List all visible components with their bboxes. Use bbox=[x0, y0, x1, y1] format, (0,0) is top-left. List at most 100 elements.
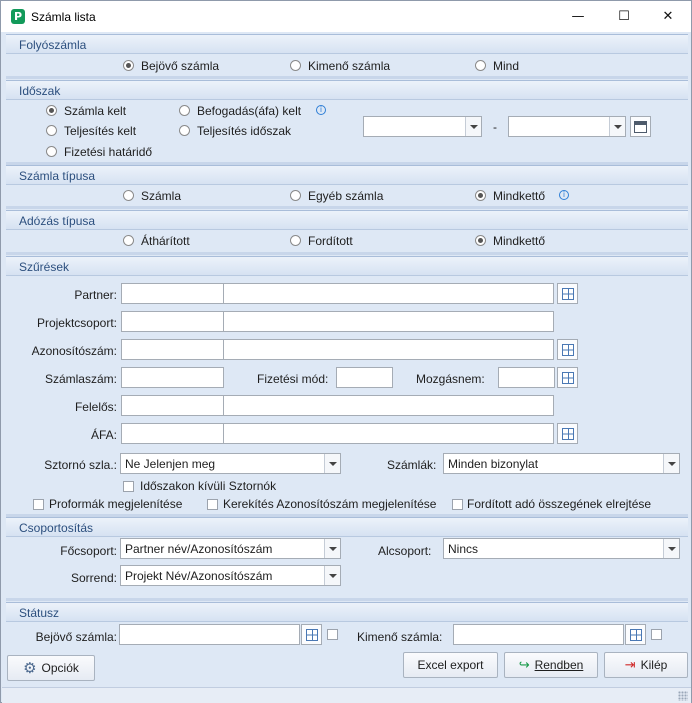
info-icon[interactable]: i bbox=[316, 105, 326, 115]
proformak-checkbox[interactable] bbox=[33, 499, 44, 510]
szamlaszam-input[interactable] bbox=[121, 367, 224, 388]
afa-name-input[interactable] bbox=[223, 423, 554, 444]
idoszak-fizetesi-hatarido-radio[interactable] bbox=[46, 146, 57, 157]
chevron-down-icon[interactable] bbox=[465, 117, 481, 136]
app-logo-letter: P bbox=[14, 10, 23, 23]
idoszak-fizetesi-hatarido-label: Fizetési határidő bbox=[64, 145, 153, 159]
kimeno-szamla-input[interactable] bbox=[453, 624, 624, 645]
sorrend-select[interactable]: Projekt Név/Azonosítószám bbox=[120, 565, 341, 586]
alcsoport-select[interactable]: Nincs bbox=[443, 538, 680, 559]
szuresek-header: Szűrések bbox=[6, 256, 688, 276]
lookup-icon bbox=[561, 343, 574, 356]
window-title: Számla lista bbox=[31, 10, 96, 24]
folyoszamla-bejovo-radio[interactable] bbox=[123, 60, 134, 71]
date-to-picker[interactable] bbox=[508, 116, 626, 137]
kilep-label: Kilép bbox=[640, 658, 668, 672]
szamla-tipusa-szamla-label: Számla bbox=[141, 189, 182, 203]
opciok-button[interactable]: ⚙ Opciók bbox=[7, 655, 95, 681]
idoszak-befogadas-radio[interactable] bbox=[179, 105, 190, 116]
projektcsoport-name-input[interactable] bbox=[223, 311, 554, 332]
chevron-down-icon[interactable] bbox=[324, 539, 340, 558]
kimeno-lookup-button[interactable] bbox=[625, 624, 646, 645]
afa-code-input[interactable] bbox=[121, 423, 224, 444]
afa-lookup-button[interactable] bbox=[557, 423, 578, 444]
projektcsoport-code-input[interactable] bbox=[121, 311, 224, 332]
idoszak-szamla-kelt-label: Számla kelt bbox=[64, 104, 127, 118]
projektcsoport-label: Projektcsoport: bbox=[36, 316, 117, 330]
folyoszamla-header: Folyószámla bbox=[6, 34, 688, 54]
lookup-icon bbox=[629, 628, 642, 641]
window: P Számla lista — ☐ ✕ Folyószámla Bejövő … bbox=[0, 0, 692, 703]
chevron-down-icon[interactable] bbox=[324, 454, 340, 473]
folyoszamla-mind-radio[interactable] bbox=[475, 60, 486, 71]
szamla-tipusa-mindketto-radio[interactable] bbox=[475, 190, 486, 201]
kerekites-checkbox[interactable] bbox=[207, 499, 218, 510]
partner-lookup-button[interactable] bbox=[557, 283, 578, 304]
szamla-tipusa-header: Számla típusa bbox=[6, 165, 688, 185]
date-separator: - bbox=[493, 120, 497, 134]
chevron-down-icon[interactable] bbox=[663, 454, 679, 473]
lookup-icon bbox=[561, 287, 574, 300]
calendar-button[interactable] bbox=[630, 116, 651, 137]
idoszakon-kivuli-checkbox[interactable] bbox=[123, 481, 134, 492]
dialog-client: Folyószámla Bejövő számla Kimenő számla … bbox=[2, 32, 691, 703]
proformak-label: Proformák megjelenítése bbox=[49, 497, 183, 511]
idoszak-teljesites-kelt-label: Teljesítés kelt bbox=[64, 124, 137, 138]
maximize-button[interactable]: ☐ bbox=[601, 1, 647, 32]
sztorno-value: Ne Jelenjen meg bbox=[125, 457, 216, 471]
felelos-code-input[interactable] bbox=[121, 395, 224, 416]
szamla-tipusa-szamla-radio[interactable] bbox=[123, 190, 134, 201]
idoszak-szamla-kelt-radio[interactable] bbox=[46, 105, 57, 116]
adozas-tipusa-mindketto-radio[interactable] bbox=[475, 235, 486, 246]
azonositoszam-label: Azonosítószám: bbox=[31, 344, 117, 358]
szamla-tipusa-egyeb-radio[interactable] bbox=[290, 190, 301, 201]
azonositoszam-code-input[interactable] bbox=[121, 339, 224, 360]
separator bbox=[6, 76, 688, 79]
sztorno-select[interactable]: Ne Jelenjen meg bbox=[120, 453, 341, 474]
close-button[interactable]: ✕ bbox=[645, 1, 691, 32]
idoszak-teljesites-idoszak-label: Teljesítés időszak bbox=[197, 124, 292, 138]
kerekites-label: Kerekítés Azonosítószám megjelenítése bbox=[223, 497, 437, 511]
opciok-label: Opciók bbox=[41, 661, 79, 675]
fizetesi-mod-input[interactable] bbox=[336, 367, 393, 388]
mozgasnem-input[interactable] bbox=[498, 367, 555, 388]
forditott-checkbox[interactable] bbox=[452, 499, 463, 510]
azonositoszam-name-input[interactable] bbox=[223, 339, 554, 360]
title-bar: P Számla lista — ☐ ✕ bbox=[1, 1, 691, 32]
kimeno-szamla-checkbox[interactable] bbox=[651, 629, 662, 640]
resize-grip-icon[interactable] bbox=[678, 691, 688, 701]
lookup-icon bbox=[561, 371, 574, 384]
excel-export-button[interactable]: Excel export bbox=[403, 652, 498, 678]
bejovo-lookup-button[interactable] bbox=[301, 624, 322, 645]
felelos-name-input[interactable] bbox=[223, 395, 554, 416]
calendar-icon bbox=[634, 120, 647, 133]
szamlak-select[interactable]: Minden bizonylat bbox=[443, 453, 680, 474]
partner-code-input[interactable] bbox=[121, 283, 224, 304]
sztorno-label: Sztornó szla.: bbox=[44, 458, 117, 472]
folyoszamla-bejovo-label: Bejövő számla bbox=[141, 59, 220, 73]
rendben-label: Rendben bbox=[534, 658, 584, 672]
csoportositas-header: Csoportosítás bbox=[6, 517, 688, 537]
adozas-tipusa-forditott-radio[interactable] bbox=[290, 235, 301, 246]
kilep-button[interactable]: ⇥ Kilép bbox=[604, 652, 688, 678]
folyoszamla-kimeno-radio[interactable] bbox=[290, 60, 301, 71]
info-icon[interactable]: i bbox=[559, 190, 569, 200]
chevron-down-icon[interactable] bbox=[663, 539, 679, 558]
exit-icon: ⇥ bbox=[624, 657, 636, 673]
szamlaszam-label: Számlaszám: bbox=[44, 372, 117, 386]
azonositoszam-lookup-button[interactable] bbox=[557, 339, 578, 360]
rendben-button[interactable]: ↪ Rendben bbox=[504, 652, 598, 678]
date-from-picker[interactable] bbox=[363, 116, 482, 137]
focsoport-select[interactable]: Partner név/Azonosítószám bbox=[120, 538, 341, 559]
bejovo-szamla-checkbox[interactable] bbox=[327, 629, 338, 640]
szamlak-label: Számlák: bbox=[387, 458, 437, 472]
mozgasnem-lookup-button[interactable] bbox=[557, 367, 578, 388]
idoszak-teljesites-idoszak-radio[interactable] bbox=[179, 125, 190, 136]
bejovo-szamla-input[interactable] bbox=[119, 624, 300, 645]
adozas-tipusa-atharitott-radio[interactable] bbox=[123, 235, 134, 246]
chevron-down-icon[interactable] bbox=[609, 117, 625, 136]
chevron-down-icon[interactable] bbox=[324, 566, 340, 585]
idoszak-teljesites-kelt-radio[interactable] bbox=[46, 125, 57, 136]
partner-name-input[interactable] bbox=[223, 283, 554, 304]
minimize-button[interactable]: — bbox=[555, 1, 601, 32]
